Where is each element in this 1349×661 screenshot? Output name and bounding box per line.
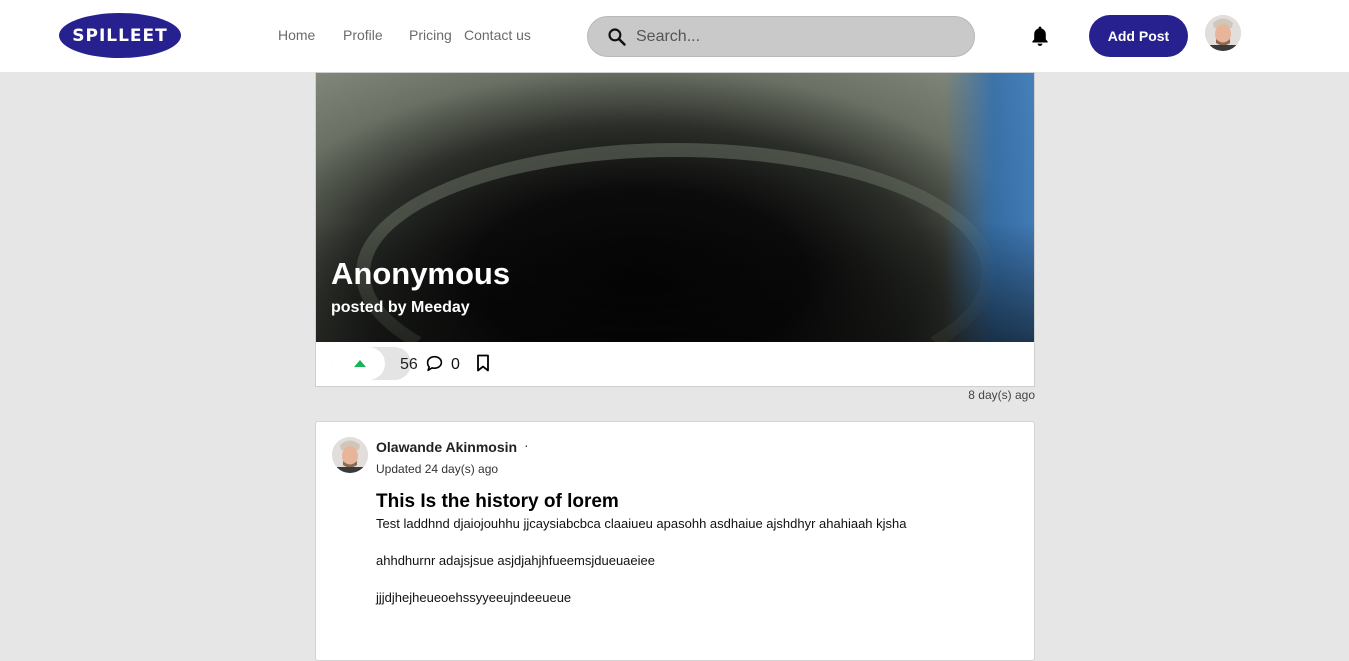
- add-post-button[interactable]: Add Post: [1089, 15, 1188, 57]
- avatar-image: [332, 437, 368, 473]
- nav-contact[interactable]: Contact us: [464, 27, 531, 43]
- logo[interactable]: SPILLEET: [59, 13, 181, 58]
- post-byline: posted by Meeday: [331, 299, 470, 316]
- nav-home[interactable]: Home: [278, 27, 315, 43]
- author-separator: ·: [524, 437, 529, 453]
- comment-icon[interactable]: [426, 355, 443, 372]
- search-bar[interactable]: [587, 16, 975, 57]
- post-timestamp: 8 day(s) ago: [968, 388, 1035, 402]
- post-body-line: Test laddhnd djaiojouhhu jjcaysiabcbca c…: [376, 516, 907, 531]
- upvote-button[interactable]: [331, 347, 385, 380]
- comment-count: 0: [451, 356, 460, 373]
- top-navbar: SPILLEET Home Profile Pricing Contact us…: [0, 0, 1349, 72]
- vote-control: 56: [331, 347, 418, 380]
- post-card[interactable]: Olawande Akinmosin · Updated 24 day(s) a…: [315, 421, 1035, 661]
- search-input[interactable]: [636, 25, 956, 49]
- author-avatar[interactable]: [332, 437, 368, 473]
- nav-profile[interactable]: Profile: [343, 27, 383, 43]
- post-actions: 56 0: [316, 342, 1034, 386]
- search-icon[interactable]: [607, 27, 627, 47]
- user-avatar[interactable]: [1205, 15, 1241, 51]
- post-body-line: ahhdhurnr adajsjsue asjdjahjhfueemsjdueu…: [376, 553, 655, 568]
- logo-text: SPILLEET: [72, 25, 168, 46]
- nav-pricing[interactable]: Pricing: [409, 27, 452, 43]
- post-cover-image[interactable]: Anonymous posted by Meeday: [316, 73, 1034, 342]
- vote-count: 56: [400, 356, 418, 373]
- post-title[interactable]: This Is the history of lorem: [376, 491, 619, 513]
- bell-icon[interactable]: [1030, 25, 1050, 47]
- post-title[interactable]: Anonymous: [331, 256, 510, 292]
- post-body-line: jjjdjhejheueoehssyyeeujndeeueue: [376, 590, 572, 605]
- author-name[interactable]: Olawande Akinmosin: [376, 439, 517, 455]
- avatar-image: [1205, 15, 1241, 51]
- updated-timestamp: Updated 24 day(s) ago: [376, 462, 499, 476]
- bookmark-icon[interactable]: [476, 354, 490, 372]
- upvote-arrow-icon: [354, 360, 366, 367]
- featured-post-card[interactable]: Anonymous posted by Meeday 56 0: [315, 72, 1035, 387]
